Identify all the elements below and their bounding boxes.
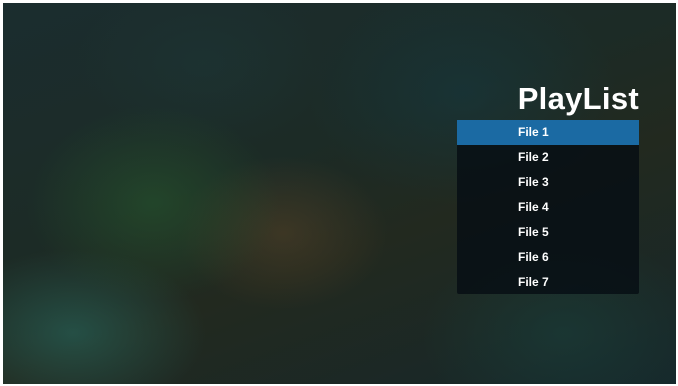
playlist-item-file-4[interactable]: File 4 <box>457 195 639 220</box>
tv-screen: PlayList File 1 File 2 File 3 File 4 Fil… <box>3 3 676 384</box>
playlist-title: PlayList <box>517 81 639 116</box>
playlist-item-file-7[interactable]: File 7 <box>457 270 639 295</box>
playlist-menu: File 1 File 2 File 3 File 4 File 5 File … <box>457 120 639 294</box>
playlist-item-file-3[interactable]: File 3 <box>457 170 639 195</box>
playlist-item-file-2[interactable]: File 2 <box>457 145 639 170</box>
playlist-item-file-5[interactable]: File 5 <box>457 220 639 245</box>
playlist-item-file-1[interactable]: File 1 <box>457 120 639 145</box>
playlist-item-file-6[interactable]: File 6 <box>457 245 639 270</box>
